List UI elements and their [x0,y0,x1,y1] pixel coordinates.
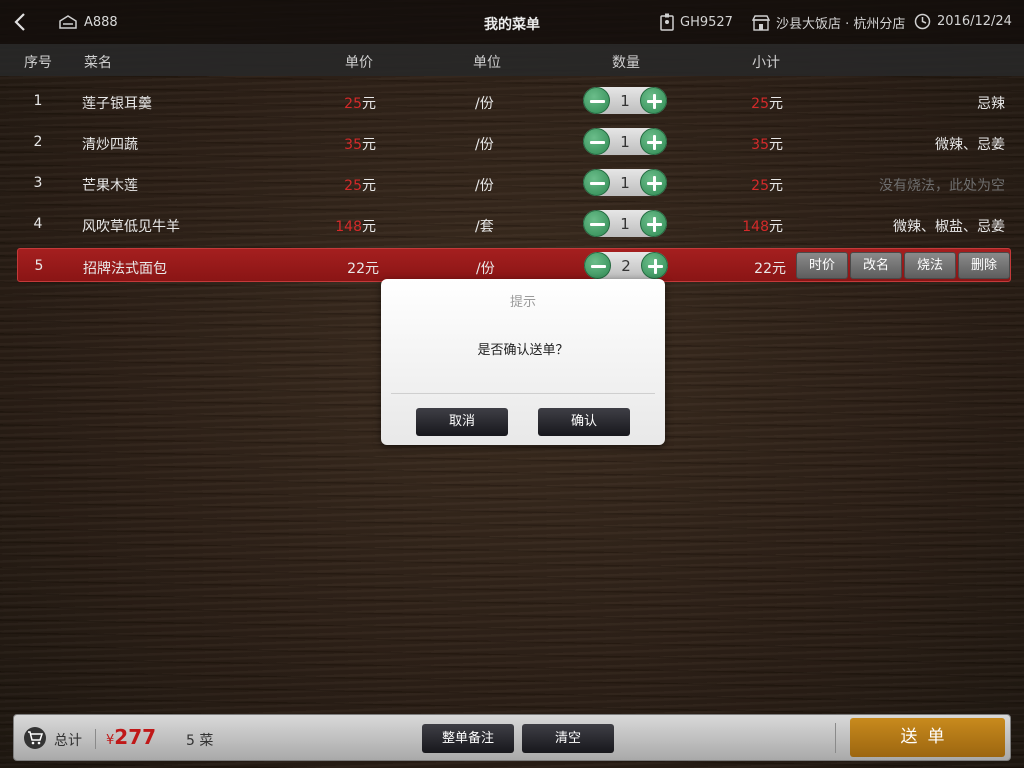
row-subtotal: 22元 [754,261,786,277]
table-row[interactable]: 3 芒果木莲 25元 /份 1 25元 没有烧法，此处为空 [0,162,1024,203]
clear-button[interactable]: 清空 [522,724,614,753]
cancel-button[interactable]: 取消 [416,408,508,436]
row-subtotal: 35元 [751,137,783,153]
row-unit: /份 [476,261,495,277]
confirm-button[interactable]: 确认 [538,408,630,436]
restaurant-name-label: 沙县大饭店 · 杭州分店 [776,17,906,32]
row-price: 148元 [335,219,376,235]
row-subtotal: 25元 [751,178,783,194]
quantity-stepper: 1 [583,210,667,237]
store-icon [752,14,770,31]
row-no: 1 [33,93,43,109]
plus-button[interactable] [640,210,667,237]
divider [95,729,96,749]
quantity-stepper: 1 [583,128,667,155]
bottom-bar: 总计 ¥277 5 菜 整单备注 清空 送单 [13,714,1011,761]
plus-button[interactable] [641,252,668,279]
minus-button[interactable] [584,252,611,279]
total-label: 总计 [54,733,82,749]
row-note: 微辣、忌姜 [935,137,1005,153]
cart-icon [24,727,46,749]
table-row-selected[interactable]: 5 招牌法式面包 22元 /份 2 22元 时价 改名 烧法 删除 [17,248,1011,282]
row-price: 35元 [344,137,376,153]
dish-count: 5 菜 [186,733,214,749]
row-note: 微辣、椒盐、忌姜 [893,219,1005,235]
total-amount: ¥277 [106,725,157,749]
minus-button[interactable] [583,128,610,155]
waiter-id: GH9527 [660,13,733,31]
row-no: 3 [33,175,43,191]
table-row[interactable]: 1 莲子银耳羹 25元 /份 1 25元 忌辣 [0,80,1024,121]
restaurant-name: 沙县大饭店 · 杭州分店 [752,13,905,32]
col-qty: 数量 [612,55,640,71]
dialog-title: 提示 [509,295,536,310]
clock-icon [914,13,931,30]
plus-button[interactable] [640,169,667,196]
quantity-value: 1 [620,92,630,110]
col-price: 单价 [345,55,373,71]
date-label: 2016/12/24 [937,14,1012,29]
row-no: 5 [34,258,44,274]
row-note: 忌辣 [977,96,1005,112]
table-row[interactable]: 2 清炒四蔬 35元 /份 1 35元 微辣、忌姜 [0,121,1024,162]
table-row[interactable]: 4 风吹草低见牛羊 148元 /套 1 148元 微辣、椒盐、忌姜 [0,203,1024,244]
quantity-stepper: 1 [583,87,667,114]
badge-icon [660,13,674,31]
row-price: 25元 [344,96,376,112]
minus-button[interactable] [583,87,610,114]
row-unit: /份 [475,137,494,153]
row-name: 莲子银耳羹 [82,96,152,112]
table-header: 序号 菜名 单价 单位 数量 小计 [0,44,1024,76]
confirm-dialog: 提示 是否确认送单？ 取消 确认 [381,279,665,445]
quantity-value: 1 [620,174,630,192]
delete-button[interactable]: 删除 [958,252,1010,279]
plus-button[interactable] [640,87,667,114]
date-display: 2016/12/24 [914,13,1012,30]
rename-button[interactable]: 改名 [850,252,902,279]
minus-button[interactable] [583,169,610,196]
quantity-value: 1 [620,133,630,151]
dialog-divider [391,393,655,394]
market-price-button[interactable]: 时价 [796,252,848,279]
order-note-button[interactable]: 整单备注 [422,724,514,753]
row-unit: /份 [475,178,494,194]
row-name: 清炒四蔬 [82,137,138,153]
minus-button[interactable] [583,210,610,237]
plus-button[interactable] [640,128,667,155]
dialog-message: 是否确认送单？ [477,343,569,358]
col-subtotal: 小计 [752,55,780,71]
row-name: 招牌法式面包 [83,261,167,277]
row-subtotal: 25元 [751,96,783,112]
col-unit: 单位 [473,55,501,71]
row-price: 22元 [347,261,379,277]
col-name: 菜名 [84,55,112,71]
row-no: 4 [33,216,43,232]
row-subtotal: 148元 [742,219,783,235]
row-name: 风吹草低见牛羊 [82,219,180,235]
row-unit: /套 [475,219,494,235]
send-order-button[interactable]: 送单 [850,718,1005,757]
waiter-id-label: GH9527 [680,14,733,30]
row-name: 芒果木莲 [82,178,138,194]
row-unit: /份 [475,96,494,112]
row-price: 25元 [344,178,376,194]
top-bar: A888 我的菜单 GH9527 沙县大饭店 · 杭州分店 2016/12/24 [0,0,1024,44]
quantity-stepper: 1 [583,169,667,196]
quantity-value: 2 [621,257,631,275]
divider [835,723,836,753]
col-no: 序号 [24,55,52,71]
cooking-method-button[interactable]: 烧法 [904,252,956,279]
row-no: 2 [33,134,43,150]
quantity-value: 1 [620,215,630,233]
row-note: 没有烧法，此处为空 [879,178,1005,194]
quantity-stepper: 2 [584,252,668,279]
